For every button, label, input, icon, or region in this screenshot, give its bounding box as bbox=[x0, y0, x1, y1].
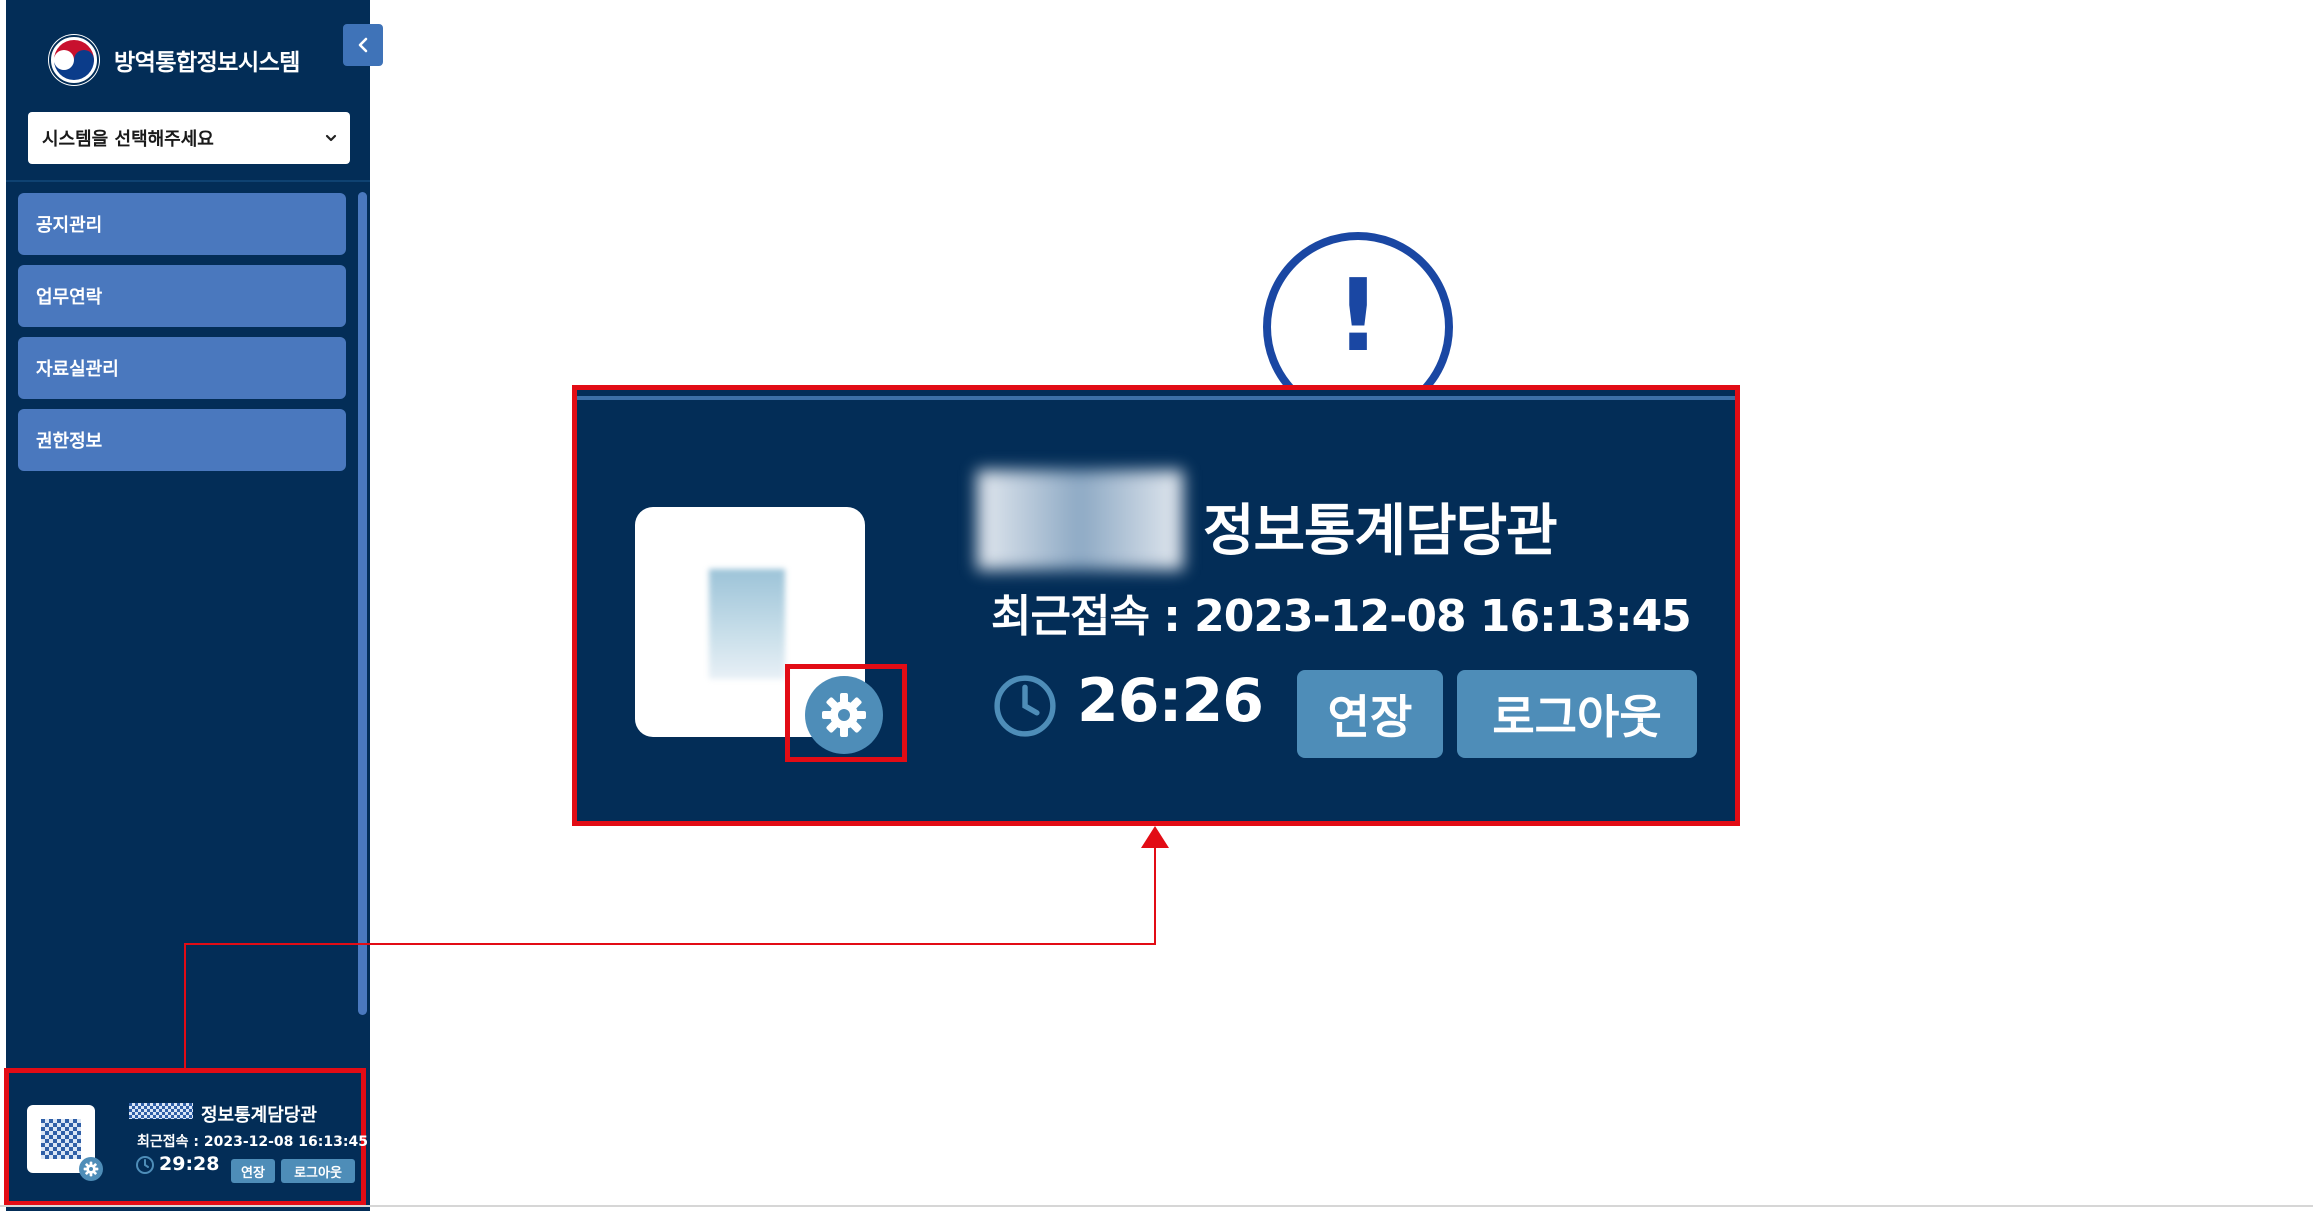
extend-session-button[interactable]: 연장 bbox=[1297, 670, 1443, 758]
user-department: 정보통계담당관 bbox=[1203, 499, 1558, 564]
gear-icon bbox=[822, 693, 866, 737]
arrow-up-icon bbox=[1141, 826, 1169, 848]
zoomed-user-panel: 정보통계담당관 최근접속 : 2023-12-08 16:13:45 26:26… bbox=[572, 385, 1740, 826]
alert-symbol: ! bbox=[1335, 257, 1381, 374]
user-name-redacted bbox=[977, 470, 1183, 570]
avatar-image-redacted bbox=[709, 569, 785, 679]
last-login: 최근접속 : 2023-12-08 16:13:45 bbox=[991, 591, 1692, 642]
panel-divider bbox=[577, 396, 1735, 400]
logout-button[interactable]: 로그아웃 bbox=[1457, 670, 1697, 758]
page-bottom-border bbox=[0, 1205, 2313, 1207]
session-timer: 26:26 bbox=[1077, 666, 1264, 736]
clock-icon bbox=[994, 675, 1056, 737]
profile-settings-button[interactable] bbox=[805, 676, 883, 754]
